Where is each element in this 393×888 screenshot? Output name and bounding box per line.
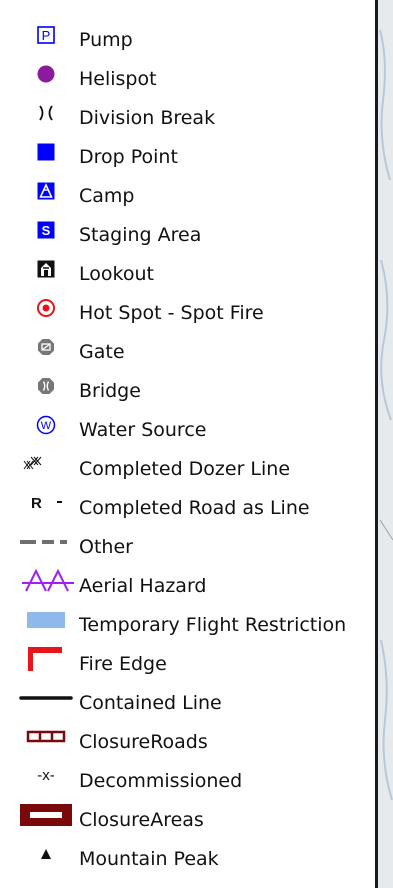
legend-label: Mountain Peak: [79, 848, 219, 870]
legend-item-other: Other: [0, 529, 375, 568]
legend-item-gate: Gate: [0, 334, 375, 373]
legend-label: Aerial Hazard: [79, 575, 207, 597]
division-break-icon: [18, 103, 74, 123]
legend-label: Temporary Flight Restriction: [79, 614, 347, 636]
legend-label: Camp: [79, 185, 135, 207]
legend-item-division-break: Division Break: [0, 100, 375, 139]
legend-label: Drop Point: [79, 146, 178, 168]
road-symbol-letter: R: [31, 495, 42, 512]
legend-label: Water Source: [79, 419, 207, 441]
closure-areas-icon: [18, 804, 74, 826]
legend-item-mountain-peak: Mountain Peak: [0, 841, 375, 880]
legend-label: Contained Line: [79, 692, 222, 714]
contained-line-icon: [18, 688, 74, 708]
legend-item-decommissioned: -x- Decommissioned: [0, 763, 375, 802]
legend-item-staging-area: S Staging Area: [0, 217, 375, 256]
legend-item-water-source: W Water Source: [0, 412, 375, 451]
staging-area-icon: S: [18, 220, 74, 240]
legend-label: Decommissioned: [79, 770, 243, 792]
hot-spot-icon: [18, 298, 74, 318]
staging-symbol-letter: S: [42, 223, 51, 238]
legend-label: Other: [79, 536, 133, 558]
legend-label: Division Break: [79, 107, 216, 129]
legend-label: Hot Spot - Spot Fire: [79, 302, 264, 324]
legend-item-closure-roads: ClosureRoads: [0, 724, 375, 763]
legend-item-aerial-hazard: Aerial Hazard: [0, 568, 375, 607]
legend-label: Gate: [79, 341, 125, 363]
legend-item-pump: P Pump: [0, 22, 375, 61]
water-symbol-letter: W: [41, 420, 52, 432]
legend-item-fire-edge: Fire Edge: [0, 646, 375, 685]
water-source-icon: W: [18, 415, 74, 435]
bridge-icon: [18, 376, 74, 396]
legend-label: Helispot: [79, 68, 157, 90]
closure-roads-icon: [18, 727, 74, 747]
legend-label: Completed Dozer Line: [79, 458, 291, 480]
legend-item-tfr: Temporary Flight Restriction: [0, 607, 375, 646]
mountain-peak-icon: [18, 844, 74, 864]
legend-label: Pump: [79, 29, 133, 51]
legend-item-contained-line: Contained Line: [0, 685, 375, 724]
legend-item-bridge: Bridge: [0, 373, 375, 412]
decommissioned-icon: -x-: [18, 766, 74, 786]
lookout-icon: [18, 259, 74, 279]
legend-item-lookout: Lookout: [0, 256, 375, 295]
legend-label: ClosureAreas: [79, 809, 204, 831]
legend-label: Lookout: [79, 263, 154, 285]
legend-label: ClosureRoads: [79, 731, 208, 753]
legend-item-helispot: Helispot: [0, 61, 375, 100]
pump-icon: P: [18, 25, 74, 45]
legend-item-camp: Camp: [0, 178, 375, 217]
legend-label: Fire Edge: [79, 653, 167, 675]
legend-item-dozer-line: Completed Dozer Line: [0, 451, 375, 490]
aerial-hazard-icon: [18, 569, 74, 592]
legend-label: Staging Area: [79, 224, 202, 246]
dozer-line-icon: [18, 454, 74, 474]
road-line-icon: R: [18, 493, 74, 513]
map-legend: P Pump Helispot Division Break Drop Poin…: [0, 0, 378, 888]
other-line-icon: [18, 532, 74, 552]
helispot-icon: [18, 64, 74, 84]
legend-item-hot-spot: Hot Spot - Spot Fire: [0, 295, 375, 334]
legend-item-drop-point: Drop Point: [0, 139, 375, 178]
pump-symbol-letter: P: [42, 28, 51, 43]
drop-point-icon: [18, 142, 74, 162]
legend-item-road-line: R Completed Road as Line: [0, 490, 375, 529]
fire-edge-icon: [18, 647, 74, 671]
gate-icon: [18, 337, 74, 357]
legend-label: Bridge: [79, 380, 141, 402]
camp-icon: [18, 181, 74, 201]
tfr-icon: [18, 610, 74, 630]
legend-item-closure-areas: ClosureAreas: [0, 802, 375, 841]
legend-label: Completed Road as Line: [79, 497, 310, 519]
decommissioned-symbol-text: -x-: [37, 767, 55, 784]
